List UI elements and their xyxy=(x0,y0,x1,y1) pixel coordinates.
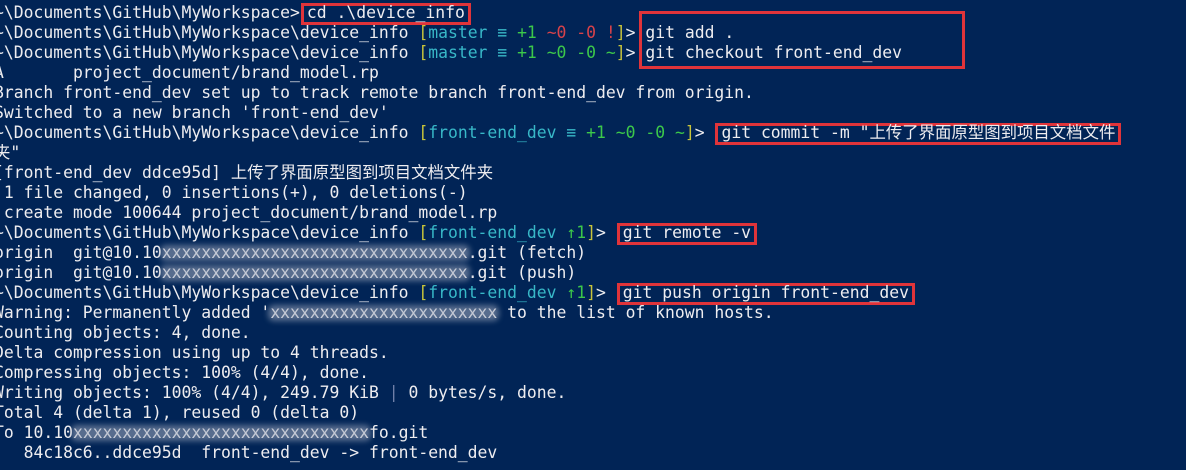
dirty-status: ~0 -0 ~ xyxy=(546,43,616,62)
output-line: origin git@10.10xxxxxxxxxxxxxxxxxxxxxxxx… xyxy=(0,243,587,262)
output-line: Delta compression using up to 4 threads. xyxy=(0,343,389,362)
sync-icon: ≡ xyxy=(497,43,508,62)
output-line: [front-end_dev ddce95d] 上传了界面原型图到项目文档文件夹 xyxy=(0,163,494,182)
prompt-line: ~\Documents\GitHub\MyWorkspace\device_in… xyxy=(0,283,1186,305)
prompt-line: ~\Documents\GitHub\MyWorkspace\device_in… xyxy=(0,123,1186,145)
partial-prompt-line xyxy=(0,463,1186,469)
prompt-path: ~\Documents\GitHub\MyWorkspace\device_in… xyxy=(0,283,409,302)
redacted-text: xxxxxxxxxxxxxxxxxxxxxxxxxxxxxx xyxy=(72,423,369,442)
redacted-text: xxxxxxxxxxxxxxxxxxxxxxx xyxy=(270,303,498,322)
output-line: Compressing objects: 100% (4/4), done. xyxy=(0,363,369,382)
redacted-text: xxxxxxxxxxxxxxxxxxxxxxxxxxxxxxx xyxy=(161,243,468,262)
prompt-path: ~\Documents\GitHub\MyWorkspace\device_in… xyxy=(0,123,409,142)
command-cd: cd .\device_info xyxy=(300,3,471,25)
output-line: 84c18c6..ddce95d front-end_dev -> front-… xyxy=(0,443,498,462)
prompt-path: ~\Documents\GitHub\MyWorkspace\device_in… xyxy=(0,223,409,242)
command-git-push: git push origin front-end_dev xyxy=(616,283,915,305)
prompt-line: ~\Documents\GitHub\MyWorkspace\device_in… xyxy=(0,223,1186,245)
command-git-commit: git commit -m "上传了界面原型图到项目文档文件 xyxy=(715,123,1122,145)
prompt-line: ~\Documents\GitHub\MyWorkspace\device_in… xyxy=(0,23,1186,43)
terminal-window[interactable]: ~\Documents\GitHub\MyWorkspace> cd .\devi… xyxy=(0,0,1186,470)
redacted-text: xxxxxxxxxxxxxxxxxxxxxxxxxxxxxxx xyxy=(161,263,468,282)
prompt-line: ~\Documents\GitHub\MyWorkspace\device_in… xyxy=(0,43,1186,63)
branch-name: front-end_dev xyxy=(428,223,557,242)
output-line: Switched to a new branch 'front-end_dev' xyxy=(0,103,389,122)
sync-icon: ≡ xyxy=(566,123,577,142)
output-line: 1 file changed, 0 insertions(+), 0 delet… xyxy=(0,183,468,202)
output-line: Total 4 (delta 1), reused 0 (delta 0) xyxy=(0,403,360,422)
prompt-line: ~\Documents\GitHub\MyWorkspace> cd .\devi… xyxy=(0,3,1186,25)
output-line: Branch front-end_dev set up to track rem… xyxy=(0,83,754,102)
branch-name: front-end_dev xyxy=(428,283,557,302)
dirty-status: ~0 -0 ~ xyxy=(615,123,685,142)
output-line: Warning: Permanently added 'xxxxxxxxxxxx… xyxy=(0,303,774,322)
branch-name: front-end_dev xyxy=(428,123,557,142)
branch-name: master xyxy=(428,23,488,42)
highlight-box xyxy=(639,11,965,69)
output-line: 夹" xyxy=(0,143,21,162)
dirty-status: ~0 -0 ! xyxy=(546,23,616,42)
command-git-remote: git remote -v xyxy=(616,223,758,245)
ahead-count: ↑1 xyxy=(566,223,587,242)
prompt-path: ~\Documents\GitHub\MyWorkspace\device_in… xyxy=(0,43,409,62)
output-line: A project_document/brand_model.rp xyxy=(0,63,379,82)
staged-count: +1 xyxy=(517,23,537,42)
output-line: Counting objects: 4, done. xyxy=(0,323,251,342)
output-line: To 10.10xxxxxxxxxxxxxxxxxxxxxxxxxxxxxxfo… xyxy=(0,423,429,442)
ahead-count: ↑1 xyxy=(566,283,587,302)
output-line: create mode 100644 project_document/bran… xyxy=(0,203,498,222)
output-line: origin git@10.10xxxxxxxxxxxxxxxxxxxxxxxx… xyxy=(0,263,577,282)
branch-name: master xyxy=(428,43,488,62)
prompt-path: ~\Documents\GitHub\MyWorkspace\device_in… xyxy=(0,23,409,42)
prompt-path: ~\Documents\GitHub\MyWorkspace> xyxy=(0,3,300,22)
output-line: Writing objects: 100% (4/4), 249.79 KiB … xyxy=(0,383,567,402)
staged-count: +1 xyxy=(517,43,537,62)
staged-count: +1 xyxy=(586,123,606,142)
separator: | xyxy=(388,383,399,402)
sync-icon: ≡ xyxy=(497,23,508,42)
